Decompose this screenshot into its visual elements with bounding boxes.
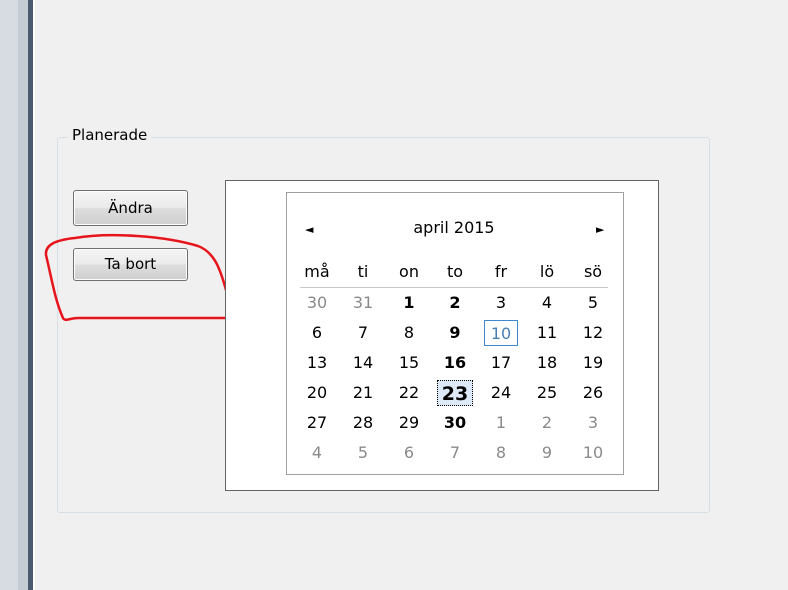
delete-button[interactable]: Ta bort <box>73 248 188 281</box>
day-cell[interactable]: 6 <box>386 440 432 466</box>
today-day-cell[interactable]: 10 <box>484 320 518 346</box>
edge-strip-shine <box>33 0 35 590</box>
day-cell[interactable]: 21 <box>340 380 386 406</box>
day-cell[interactable]: 2 <box>524 410 570 436</box>
day-cell[interactable]: 16 <box>432 350 478 376</box>
edge-strip-light <box>0 0 18 590</box>
next-month-icon[interactable]: ► <box>596 223 604 236</box>
day-cell[interactable]: 1 <box>386 290 432 316</box>
previous-month-icon[interactable]: ◄ <box>305 223 313 236</box>
day-cell[interactable]: 6 <box>294 320 340 346</box>
day-cell[interactable]: 9 <box>432 320 478 346</box>
day-cell[interactable]: 13 <box>294 350 340 376</box>
day-cell[interactable]: 4 <box>294 440 340 466</box>
selected-day-cell[interactable]: 23 <box>437 380 473 406</box>
day-cell[interactable]: 31 <box>340 290 386 316</box>
day-cell[interactable]: 19 <box>570 350 616 376</box>
weekday-label: lö <box>539 262 555 281</box>
day-cell[interactable]: 25 <box>524 380 570 406</box>
edge-strip-mid <box>18 0 28 590</box>
day-cell[interactable]: 8 <box>478 440 524 466</box>
day-cell[interactable]: 5 <box>340 440 386 466</box>
day-cell[interactable]: 9 <box>524 440 570 466</box>
weekday-label: fr <box>494 262 508 281</box>
day-cell[interactable]: 1 <box>478 410 524 436</box>
day-cell[interactable]: 5 <box>570 290 616 316</box>
month-title[interactable]: april 2015 <box>376 218 532 237</box>
day-cell[interactable]: 10 <box>570 440 616 466</box>
day-cell[interactable]: 7 <box>340 320 386 346</box>
weekday-divider <box>300 287 608 288</box>
day-cell[interactable]: 3 <box>478 290 524 316</box>
day-cell[interactable]: 26 <box>570 380 616 406</box>
day-cell[interactable]: 11 <box>524 320 570 346</box>
day-cell[interactable]: 14 <box>340 350 386 376</box>
day-cell[interactable]: 7 <box>432 440 478 466</box>
groupbox-title: Planerade <box>68 126 152 144</box>
weekday-label: ti <box>357 262 369 281</box>
day-cell[interactable]: 18 <box>524 350 570 376</box>
day-cell[interactable]: 12 <box>570 320 616 346</box>
day-cell[interactable]: 3 <box>570 410 616 436</box>
day-cell[interactable]: 20 <box>294 380 340 406</box>
day-cell[interactable]: 24 <box>478 380 524 406</box>
day-grid: 30 31 1 2 3 4 5 6 7 8 9 10 11 12 13 14 15 16 17 18 19 20 21 22 2… <box>294 290 616 470</box>
weekday-label: må <box>304 262 330 281</box>
day-cell[interactable]: 28 <box>340 410 386 436</box>
day-cell[interactable]: 29 <box>386 410 432 436</box>
day-cell[interactable]: 4 <box>524 290 570 316</box>
day-cell[interactable]: 22 <box>386 380 432 406</box>
day-cell[interactable]: 30 <box>294 290 340 316</box>
day-cell[interactable]: 27 <box>294 410 340 436</box>
edit-button[interactable]: Ändra <box>73 190 188 226</box>
day-cell[interactable]: 30 <box>432 410 478 436</box>
weekday-label: to <box>446 262 464 281</box>
day-cell[interactable]: 17 <box>478 350 524 376</box>
day-cell[interactable]: 15 <box>386 350 432 376</box>
weekday-label: sö <box>583 262 603 281</box>
day-cell[interactable]: 8 <box>386 320 432 346</box>
weekday-header-row: må ti on to fr lö sö <box>294 262 616 286</box>
window-left-edge <box>0 0 40 590</box>
weekday-label: on <box>399 262 419 281</box>
day-cell[interactable]: 2 <box>432 290 478 316</box>
